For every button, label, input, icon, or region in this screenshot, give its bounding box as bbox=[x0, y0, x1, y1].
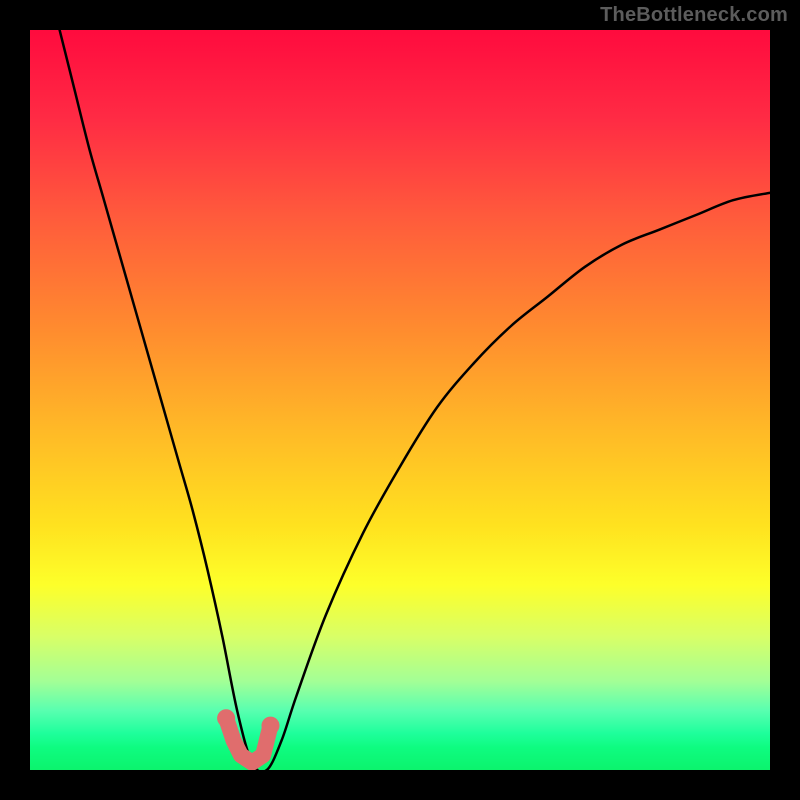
bottleneck-curve bbox=[60, 30, 770, 770]
trough-marker-dot bbox=[262, 717, 280, 735]
watermark-text: TheBottleneck.com bbox=[600, 4, 788, 27]
trough-marker-dot bbox=[217, 709, 235, 727]
curve-svg bbox=[30, 30, 770, 770]
plot-area bbox=[30, 30, 770, 770]
chart-frame: TheBottleneck.com bbox=[0, 0, 800, 800]
